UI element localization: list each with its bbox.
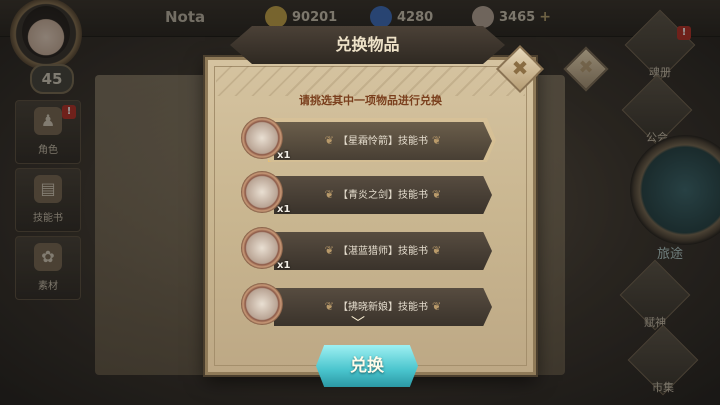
- item-quantity: x1: [277, 150, 291, 161]
- skill-book-portrait-icon: [241, 283, 283, 325]
- item-name: 【青炎之剑】技能书: [338, 190, 428, 201]
- dialog-instruction: 请挑选其中一项物品进行兑换: [299, 94, 442, 107]
- item-quantity: x1: [277, 260, 291, 271]
- dialog-title: 兑换物品: [335, 35, 400, 54]
- exchange-item-row[interactable]: ❦ 【青炎之剑】技能书 ❦ x1: [241, 171, 492, 215]
- wing-left-icon: ❦: [324, 188, 334, 201]
- item-name: 【拂晓新娘】技能书: [338, 302, 428, 313]
- wing-right-icon: ❦: [432, 188, 442, 201]
- item-name: 【湛蓝猎师】技能书: [338, 246, 428, 257]
- item-name: 【星霜怜箭】技能书: [338, 136, 428, 147]
- close-icon[interactable]: ✖: [503, 52, 537, 86]
- item-name-wrap: ❦ 【拂晓新娘】技能书 ❦: [274, 288, 492, 326]
- wing-left-icon: ❦: [324, 244, 334, 257]
- chevron-down-icon[interactable]: ﹀: [345, 317, 371, 331]
- wing-left-icon: ❦: [324, 300, 334, 313]
- item-name-wrap: ❦ 【湛蓝猎师】技能书 ❦: [274, 232, 492, 270]
- item-name-wrap: ❦ 【星霜怜箭】技能书 ❦: [274, 122, 492, 160]
- exchange-button-label[interactable]: 兑换: [316, 345, 418, 387]
- wing-right-icon: ❦: [432, 134, 442, 147]
- exchange-item-row[interactable]: ❦ 【湛蓝猎师】技能书 ❦ x1: [241, 227, 492, 271]
- wing-right-icon: ❦: [432, 300, 442, 313]
- exchange-item-row[interactable]: ❦ 【星霜怜箭】技能书 ❦ x1: [241, 117, 496, 162]
- background-close-icon: ✖: [578, 57, 594, 78]
- wing-right-icon: ❦: [432, 244, 442, 257]
- item-name-wrap: ❦ 【青炎之剑】技能书 ❦: [274, 176, 492, 214]
- wing-left-icon: ❦: [324, 134, 334, 147]
- item-quantity: x1: [277, 204, 291, 215]
